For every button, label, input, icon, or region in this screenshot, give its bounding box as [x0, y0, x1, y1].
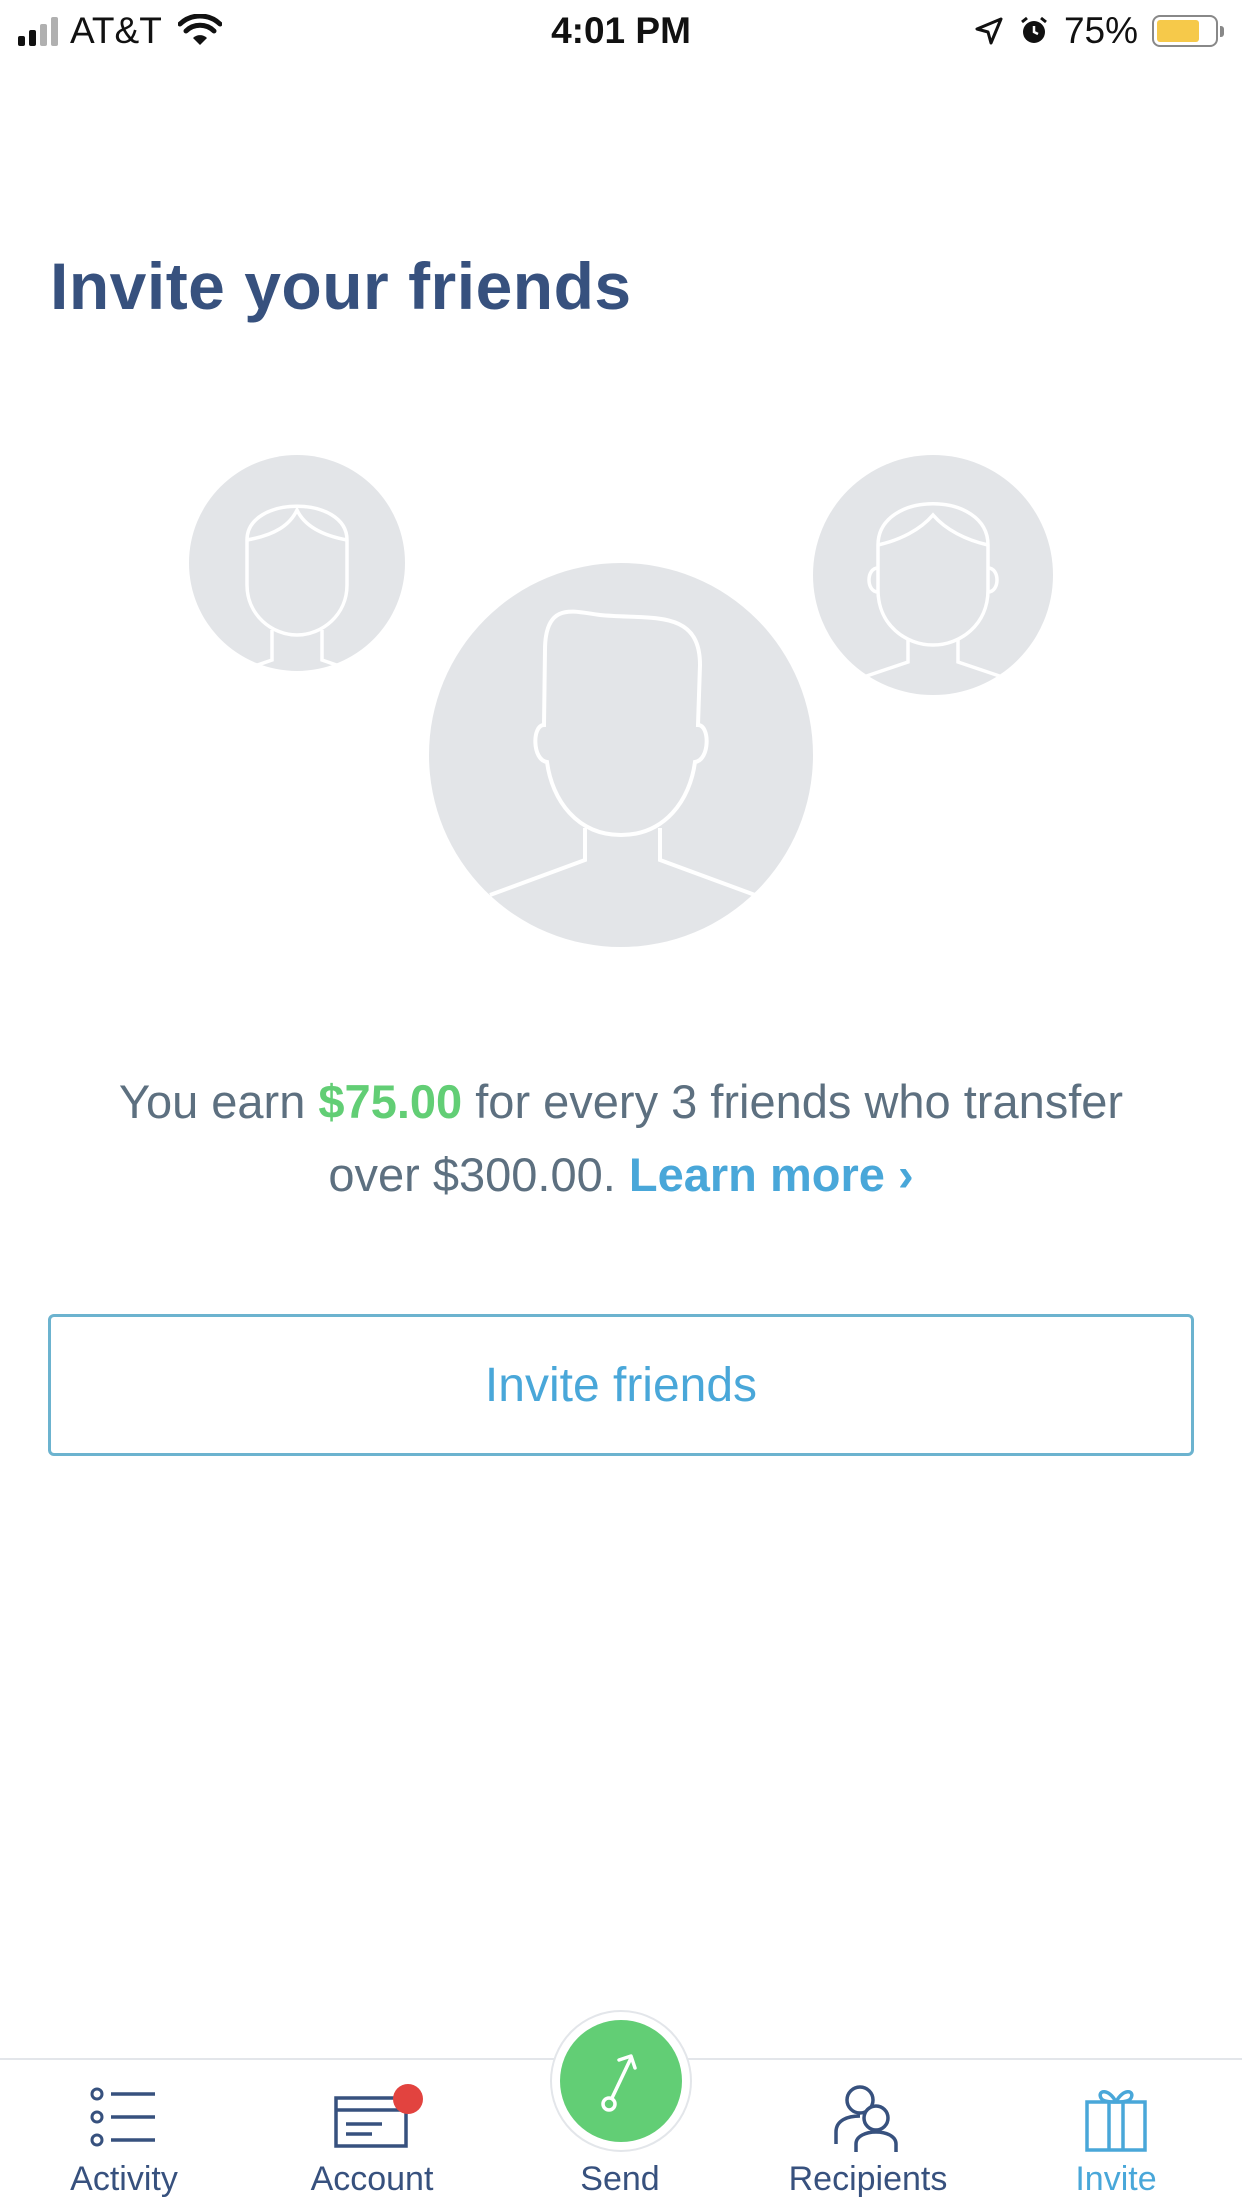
tab-label: Invite: [1075, 2160, 1157, 2198]
friends-illustration: [189, 455, 1053, 947]
status-right: 75%: [974, 10, 1224, 52]
chevron-right-icon[interactable]: ›: [898, 1148, 914, 1201]
battery-icon: [1152, 15, 1224, 47]
tab-account[interactable]: Account: [248, 2060, 496, 2208]
tab-label: Account: [310, 2160, 434, 2198]
learn-more-link[interactable]: Learn more: [629, 1148, 885, 1201]
male-avatar-icon: [813, 455, 1053, 695]
tab-activity[interactable]: Activity: [0, 2060, 248, 2208]
list-icon: [90, 2087, 155, 2147]
send-button[interactable]: [560, 2020, 682, 2142]
invite-friends-button[interactable]: Invite friends: [48, 1314, 1194, 1456]
people-icon: [834, 2085, 898, 2152]
female-avatar-icon: [189, 455, 405, 680]
tab-label: Recipients: [788, 2160, 948, 2198]
promo-amount: $75.00: [318, 1075, 463, 1128]
promo-prefix: You earn: [118, 1075, 306, 1128]
alarm-icon: [1021, 16, 1047, 43]
status-bar: AT&T 4:01 PM 75%: [0, 0, 1242, 62]
notification-badge: [393, 2084, 423, 2114]
send-arrow-icon: [601, 2054, 637, 2112]
gift-icon: [1085, 2090, 1147, 2152]
tab-label: Activity: [70, 2160, 178, 2198]
tab-label: Send: [580, 2160, 660, 2198]
page-title: Invite your friends: [50, 249, 632, 323]
center-avatar-icon: [429, 563, 813, 947]
location-arrow-icon: [975, 17, 1003, 45]
promo-text: You earn $75.00 for every 3 friends who …: [90, 1065, 1152, 1211]
battery-percent: 75%: [1063, 10, 1138, 51]
tab-invite[interactable]: Invite: [992, 2060, 1240, 2208]
screen: AT&T 4:01 PM 75% Invite your friends You…: [0, 0, 1242, 2208]
tab-recipients[interactable]: Recipients: [744, 2060, 992, 2208]
